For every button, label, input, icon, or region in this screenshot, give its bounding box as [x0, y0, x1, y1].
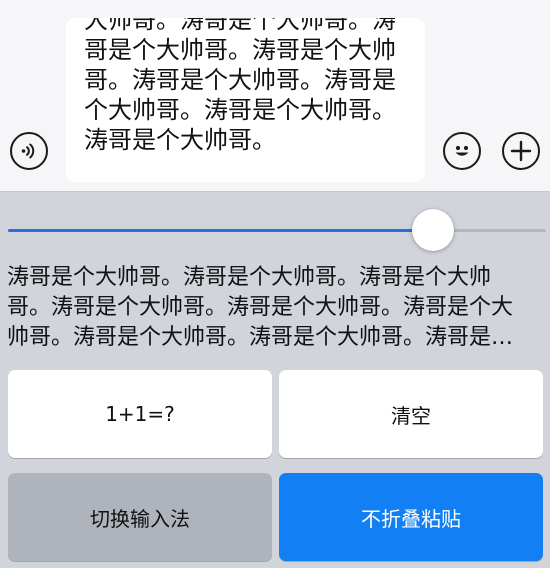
- clear-button[interactable]: 清空: [279, 370, 543, 458]
- slider-track[interactable]: [8, 229, 546, 232]
- slider-fill: [8, 229, 434, 232]
- paste-unfolded-button[interactable]: 不折叠粘贴: [279, 473, 543, 561]
- switch-input-method-button[interactable]: 切换输入法: [8, 473, 272, 561]
- message-input-text: 大帅哥。涛哥是个大帅哥。涛哥是个大帅哥。涛哥是个大帅哥。涛哥是个大帅哥。涛哥是个…: [84, 18, 396, 154]
- voice-button[interactable]: [10, 132, 48, 170]
- clear-button-label: 清空: [391, 403, 431, 428]
- slider-thumb[interactable]: [412, 209, 455, 251]
- switch-input-method-label: 切换输入法: [90, 506, 190, 531]
- message-input[interactable]: 大帅哥。涛哥是个大帅哥。涛哥是个大帅哥。涛哥是个大帅哥。涛哥是个大帅哥。涛哥是个…: [66, 18, 425, 182]
- calc-button-label: 1+1=?: [105, 402, 175, 426]
- add-button[interactable]: [502, 132, 540, 170]
- chat-input-bar: 大帅哥。涛哥是个大帅哥。涛哥是个大帅哥。涛哥是个大帅哥。涛哥是个大帅哥。涛哥是个…: [0, 0, 550, 192]
- paste-unfolded-label: 不折叠粘贴: [361, 506, 461, 531]
- emoji-button[interactable]: [443, 132, 481, 170]
- smiley-icon: [449, 138, 475, 164]
- voice-icon: [17, 139, 41, 163]
- calc-button[interactable]: 1+1=?: [8, 370, 272, 458]
- clipboard-preview-text: 涛哥是个大帅哥。涛哥是个大帅哥。涛哥是个大帅哥。涛哥是个大帅哥。涛哥是个大帅哥。…: [7, 265, 514, 350]
- plus-icon: [508, 138, 534, 164]
